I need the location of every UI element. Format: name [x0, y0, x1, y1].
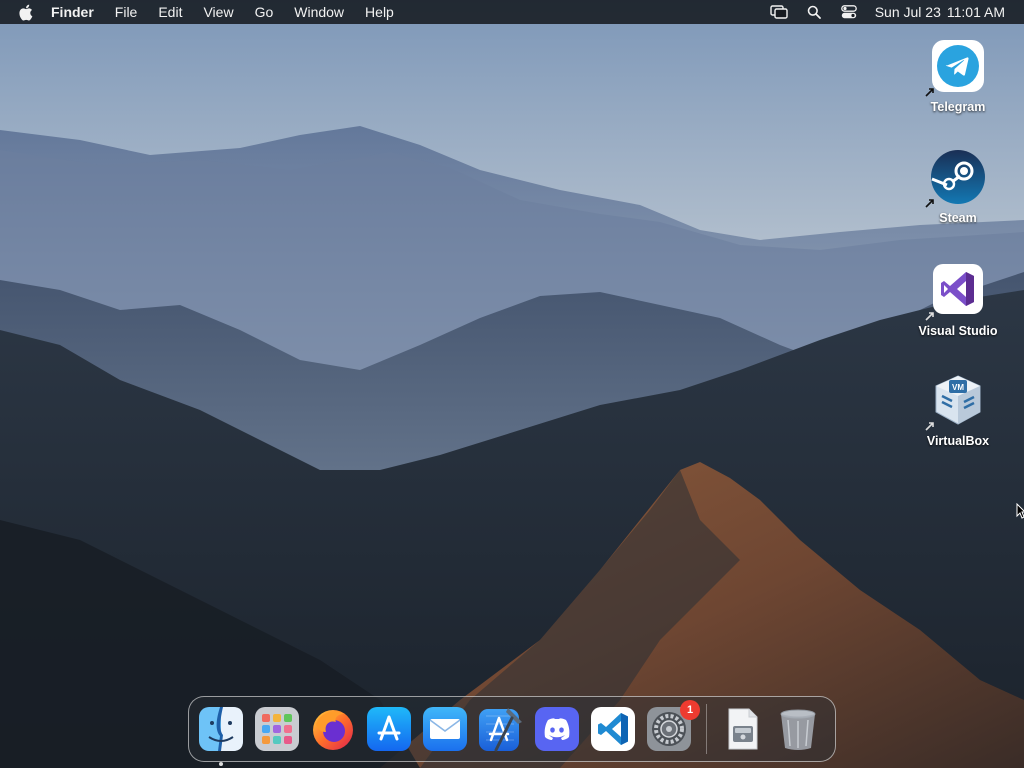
menu-bar-right: Sun Jul 23 11:01 AM	[770, 0, 1024, 24]
alias-arrow-icon	[925, 312, 934, 321]
menu-edit[interactable]: Edit	[158, 0, 182, 24]
menu-go[interactable]: Go	[255, 0, 274, 24]
dock-xcode[interactable]	[478, 706, 524, 752]
dock-mail[interactable]	[422, 706, 468, 752]
running-indicator	[219, 762, 223, 766]
mouse-cursor-icon	[1016, 503, 1024, 519]
desktop-wallpaper	[0, 0, 1024, 768]
control-center-icon[interactable]	[840, 4, 858, 20]
firefox-icon	[313, 710, 353, 750]
launchpad-icon	[255, 707, 299, 751]
dock-separator	[706, 704, 707, 754]
downloads-stack-icon	[728, 708, 758, 750]
dock-trash[interactable]	[775, 706, 821, 752]
menu-bar-clock[interactable]: Sun Jul 23 11:01 AM	[875, 4, 1005, 20]
vscode-icon	[591, 707, 635, 751]
desktop-icon-steam[interactable]: Steam	[908, 149, 1008, 225]
desktop-icon-label: Steam	[939, 211, 977, 225]
desktop-icon-visual-studio[interactable]: Visual Studio	[908, 262, 1008, 338]
desktop-icon-label: VirtualBox	[926, 434, 990, 448]
menu-file[interactable]: File	[115, 0, 138, 24]
desktop-icon-label: Visual Studio	[918, 324, 998, 338]
discord-icon	[535, 707, 579, 751]
mail-icon	[423, 707, 467, 751]
desktop-icon-virtualbox[interactable]: VM VirtualBox	[908, 372, 1008, 448]
dock-vscode[interactable]	[590, 706, 636, 752]
spotlight-search-icon[interactable]	[805, 4, 823, 20]
dock: 1	[188, 696, 836, 766]
menu-help[interactable]: Help	[365, 0, 394, 24]
telegram-icon	[925, 38, 986, 97]
steam-icon	[925, 149, 986, 208]
menu-app-name[interactable]: Finder	[51, 0, 94, 24]
desktop-icon-telegram[interactable]: Telegram	[908, 38, 1008, 114]
svg-text:VM: VM	[952, 383, 964, 392]
virtualbox-icon: VM	[925, 372, 986, 431]
menu-window[interactable]: Window	[294, 0, 344, 24]
dock-discord[interactable]	[534, 706, 580, 752]
dock-firefox[interactable]	[310, 706, 356, 752]
alias-arrow-icon	[925, 88, 934, 97]
screen-mirroring-icon[interactable]	[770, 4, 788, 20]
dock-system-preferences[interactable]: 1	[646, 700, 700, 752]
xcode-icon	[479, 708, 522, 752]
visual-studio-icon	[925, 262, 986, 321]
trash-icon	[780, 709, 816, 750]
apple-menu-icon[interactable]	[18, 0, 34, 24]
dock-downloads[interactable]	[719, 706, 765, 752]
notification-badge: 1	[680, 700, 700, 720]
dock-launchpad[interactable]	[254, 706, 300, 752]
clock-date: Sun Jul 23	[874, 4, 941, 20]
alias-arrow-icon	[925, 422, 934, 431]
app-store-icon	[367, 707, 411, 751]
dock-finder[interactable]	[198, 706, 244, 766]
desktop-icon-label: Telegram	[930, 100, 986, 114]
menu-bar: Finder File Edit View Go Window Help Sun…	[0, 0, 1024, 24]
alias-arrow-icon	[925, 199, 934, 208]
clock-time: 11:01 AM	[946, 4, 1005, 20]
menu-view[interactable]: View	[203, 0, 233, 24]
finder-icon	[199, 707, 243, 751]
menu-bar-left: Finder File Edit View Go Window Help	[0, 0, 415, 24]
dock-app-store[interactable]	[366, 706, 412, 752]
